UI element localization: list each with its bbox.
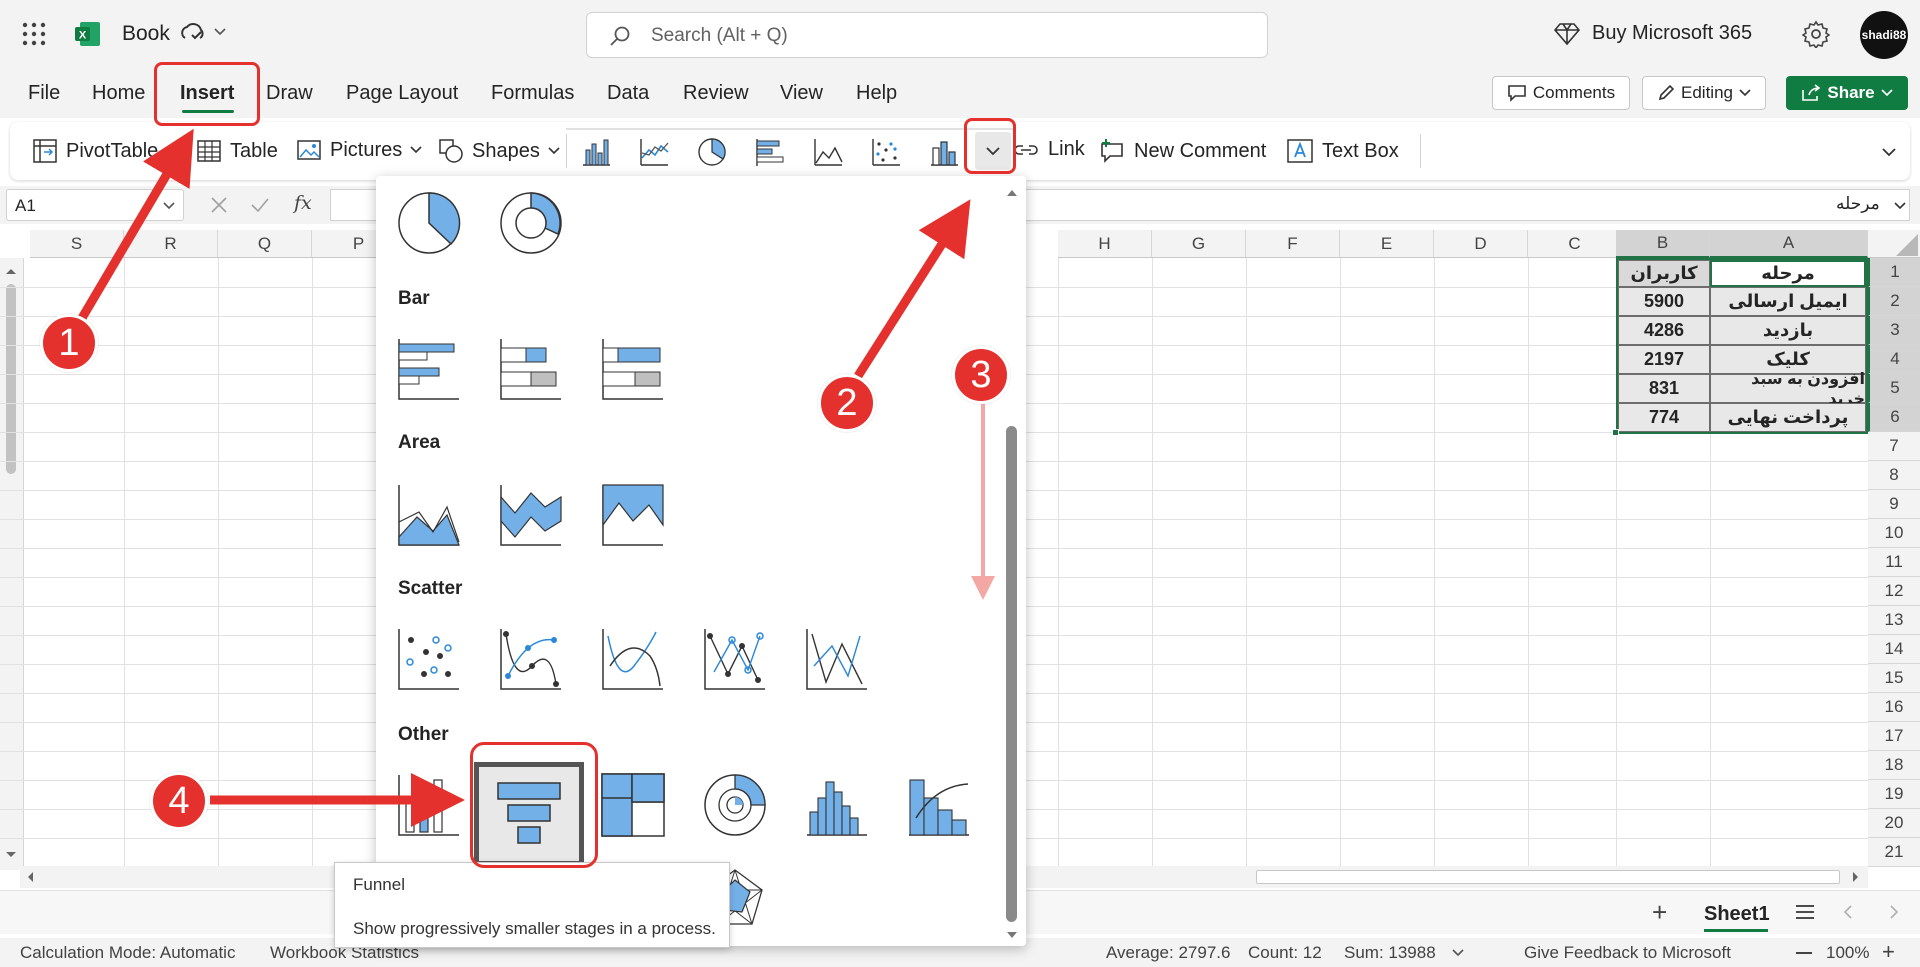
step-badge-4: 4 [150,772,208,830]
step-badge-3: 3 [952,346,1010,404]
step-badge-2: 2 [818,374,876,432]
step-badge-1: 1 [40,314,98,372]
annotation-arrows [78,128,995,827]
